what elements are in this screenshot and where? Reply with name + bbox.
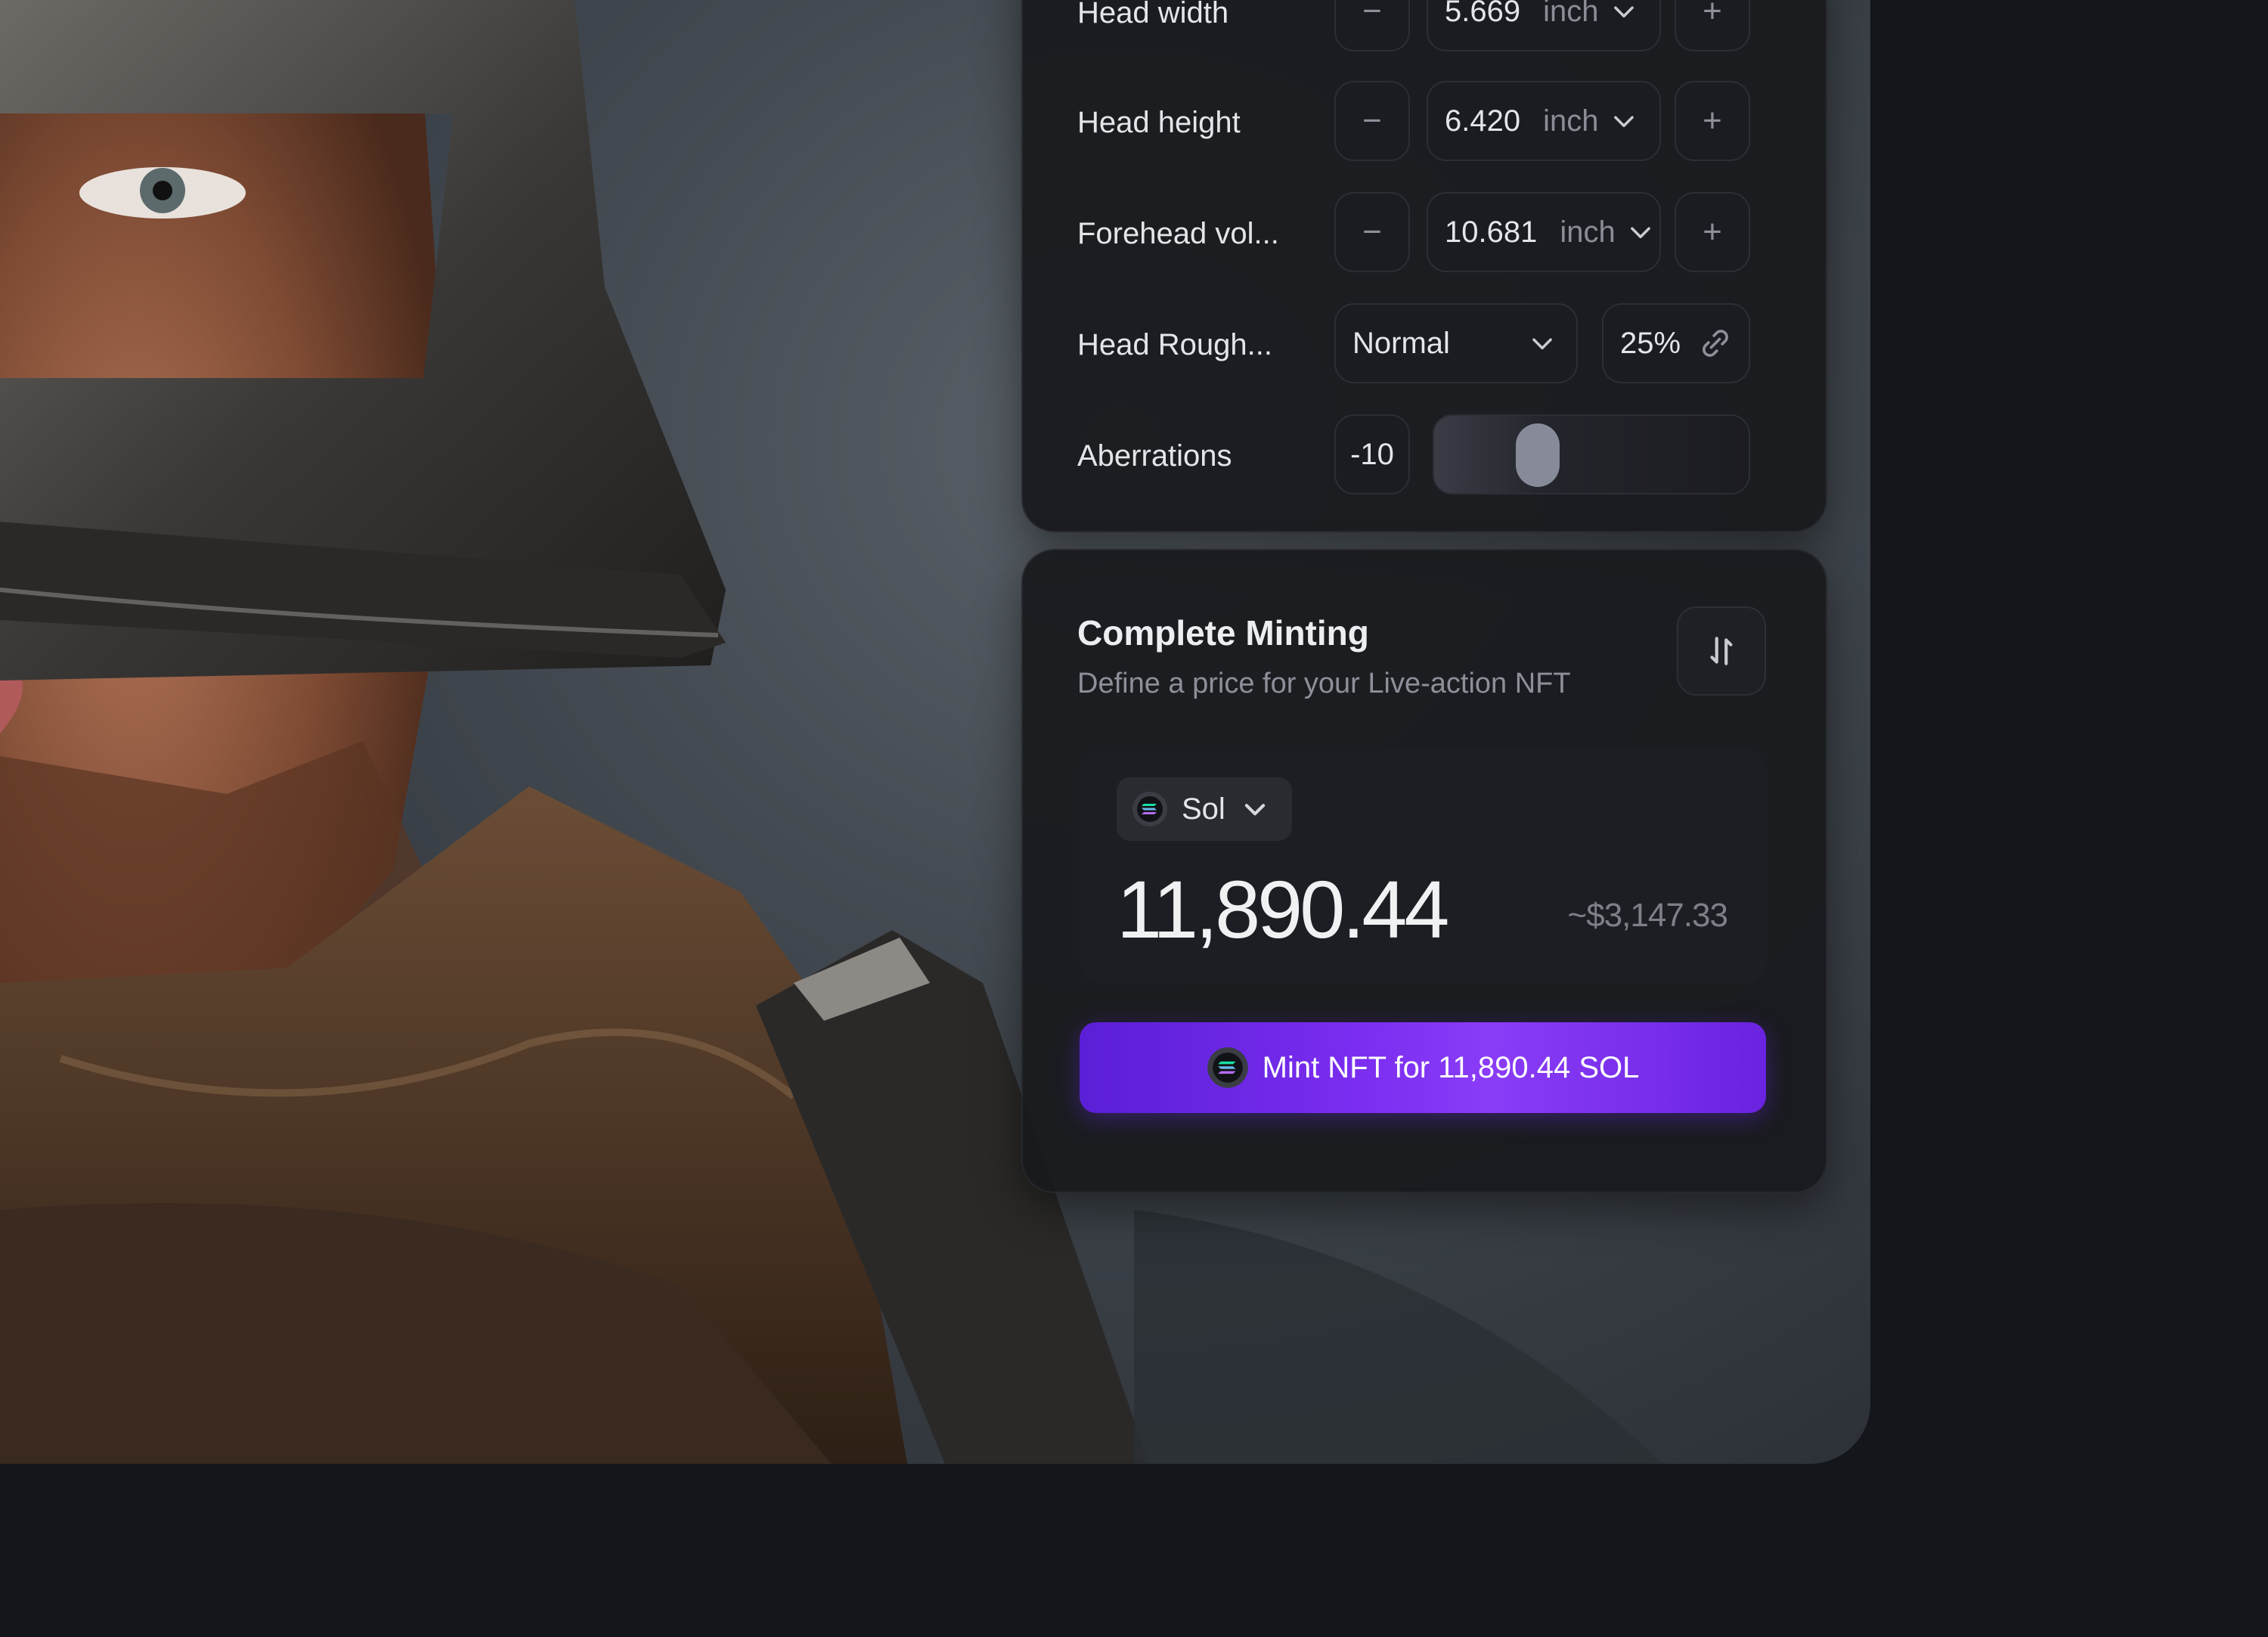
unit-select[interactable]: inch (1543, 104, 1598, 138)
param-label: Head Rough... (1077, 328, 1272, 361)
aberrations-value: -10 (1350, 437, 1394, 471)
decrement-button[interactable]: − (1334, 81, 1410, 161)
param-row-head-roughness: Head Rough... Normal 25% (1077, 303, 1769, 386)
plus-icon: + (1703, 102, 1722, 139)
param-label: Forehead vol... (1077, 217, 1279, 250)
param-label: Head width (1077, 0, 1229, 29)
chevron-down-icon (1244, 804, 1265, 816)
decrement-button[interactable]: − (1334, 0, 1410, 51)
param-row-head-width: Head width − 5.669 inch + (1077, 0, 1769, 54)
solana-icon (1207, 1047, 1248, 1088)
swap-button[interactable] (1677, 606, 1766, 696)
value-field[interactable]: 10.681 inch (1427, 192, 1661, 272)
chevron-down-icon (1532, 338, 1552, 350)
roughness-percent: 25% (1620, 326, 1681, 360)
chevron-down-icon[interactable] (1610, 0, 1638, 26)
unit-select[interactable]: inch (1543, 0, 1598, 29)
mint-title: Complete Minting (1077, 613, 1369, 653)
token-name: Sol (1182, 792, 1225, 826)
mint-nft-button[interactable]: Mint NFT for 11,890.44 SOL (1080, 1022, 1766, 1113)
increment-button[interactable]: + (1675, 0, 1750, 51)
param-label: Head height (1077, 106, 1241, 139)
chevron-down-icon[interactable] (1626, 218, 1655, 246)
roughness-select[interactable]: Normal (1334, 303, 1578, 383)
minus-icon: − (1362, 102, 1382, 139)
mint-subtitle: Define a price for your Live-action NFT (1077, 668, 1571, 699)
aberrations-value-field[interactable]: -10 (1334, 414, 1410, 495)
token-select[interactable]: Sol (1117, 777, 1292, 841)
param-row-forehead-volume: Forehead vol... − 10.681 inch + (1077, 192, 1769, 275)
minus-icon: − (1362, 0, 1382, 29)
increment-button[interactable]: + (1675, 81, 1750, 161)
link-icon[interactable] (1699, 327, 1732, 360)
roughness-percent-field[interactable]: 25% (1602, 303, 1750, 383)
param-value: 10.681 (1445, 215, 1538, 249)
unit-select[interactable]: inch (1560, 215, 1615, 250)
plus-icon: + (1703, 0, 1722, 29)
chevron-down-icon[interactable] (1610, 107, 1638, 135)
amount-card: Sol 11,890.44 ~$3,147.33 (1079, 749, 1767, 984)
mint-button-label: Mint NFT for 11,890.44 SOL (1262, 1050, 1640, 1084)
value-field[interactable]: 6.420 inch (1427, 81, 1661, 161)
param-row-head-height: Head height − 6.420 inch + (1077, 81, 1769, 164)
roughness-select-value: Normal (1352, 326, 1450, 360)
fiat-equivalent: ~$3,147.33 (1567, 897, 1728, 934)
increment-button[interactable]: + (1675, 192, 1750, 272)
solana-icon (1132, 792, 1167, 826)
swap-vertical-icon (1710, 637, 1733, 665)
param-row-aberrations: Aberrations -10 (1077, 414, 1769, 498)
param-value: 5.669 (1445, 0, 1521, 28)
value-field[interactable]: 5.669 inch (1427, 0, 1661, 51)
decrement-button[interactable]: − (1334, 192, 1410, 272)
plus-icon: + (1703, 213, 1722, 250)
param-label: Aberrations (1077, 439, 1232, 473)
minus-icon: − (1362, 213, 1382, 250)
aberrations-slider[interactable] (1433, 414, 1750, 495)
slider-thumb[interactable] (1516, 423, 1560, 487)
amount-input[interactable]: 11,890.44 (1117, 862, 1449, 956)
param-value: 6.420 (1445, 104, 1521, 138)
